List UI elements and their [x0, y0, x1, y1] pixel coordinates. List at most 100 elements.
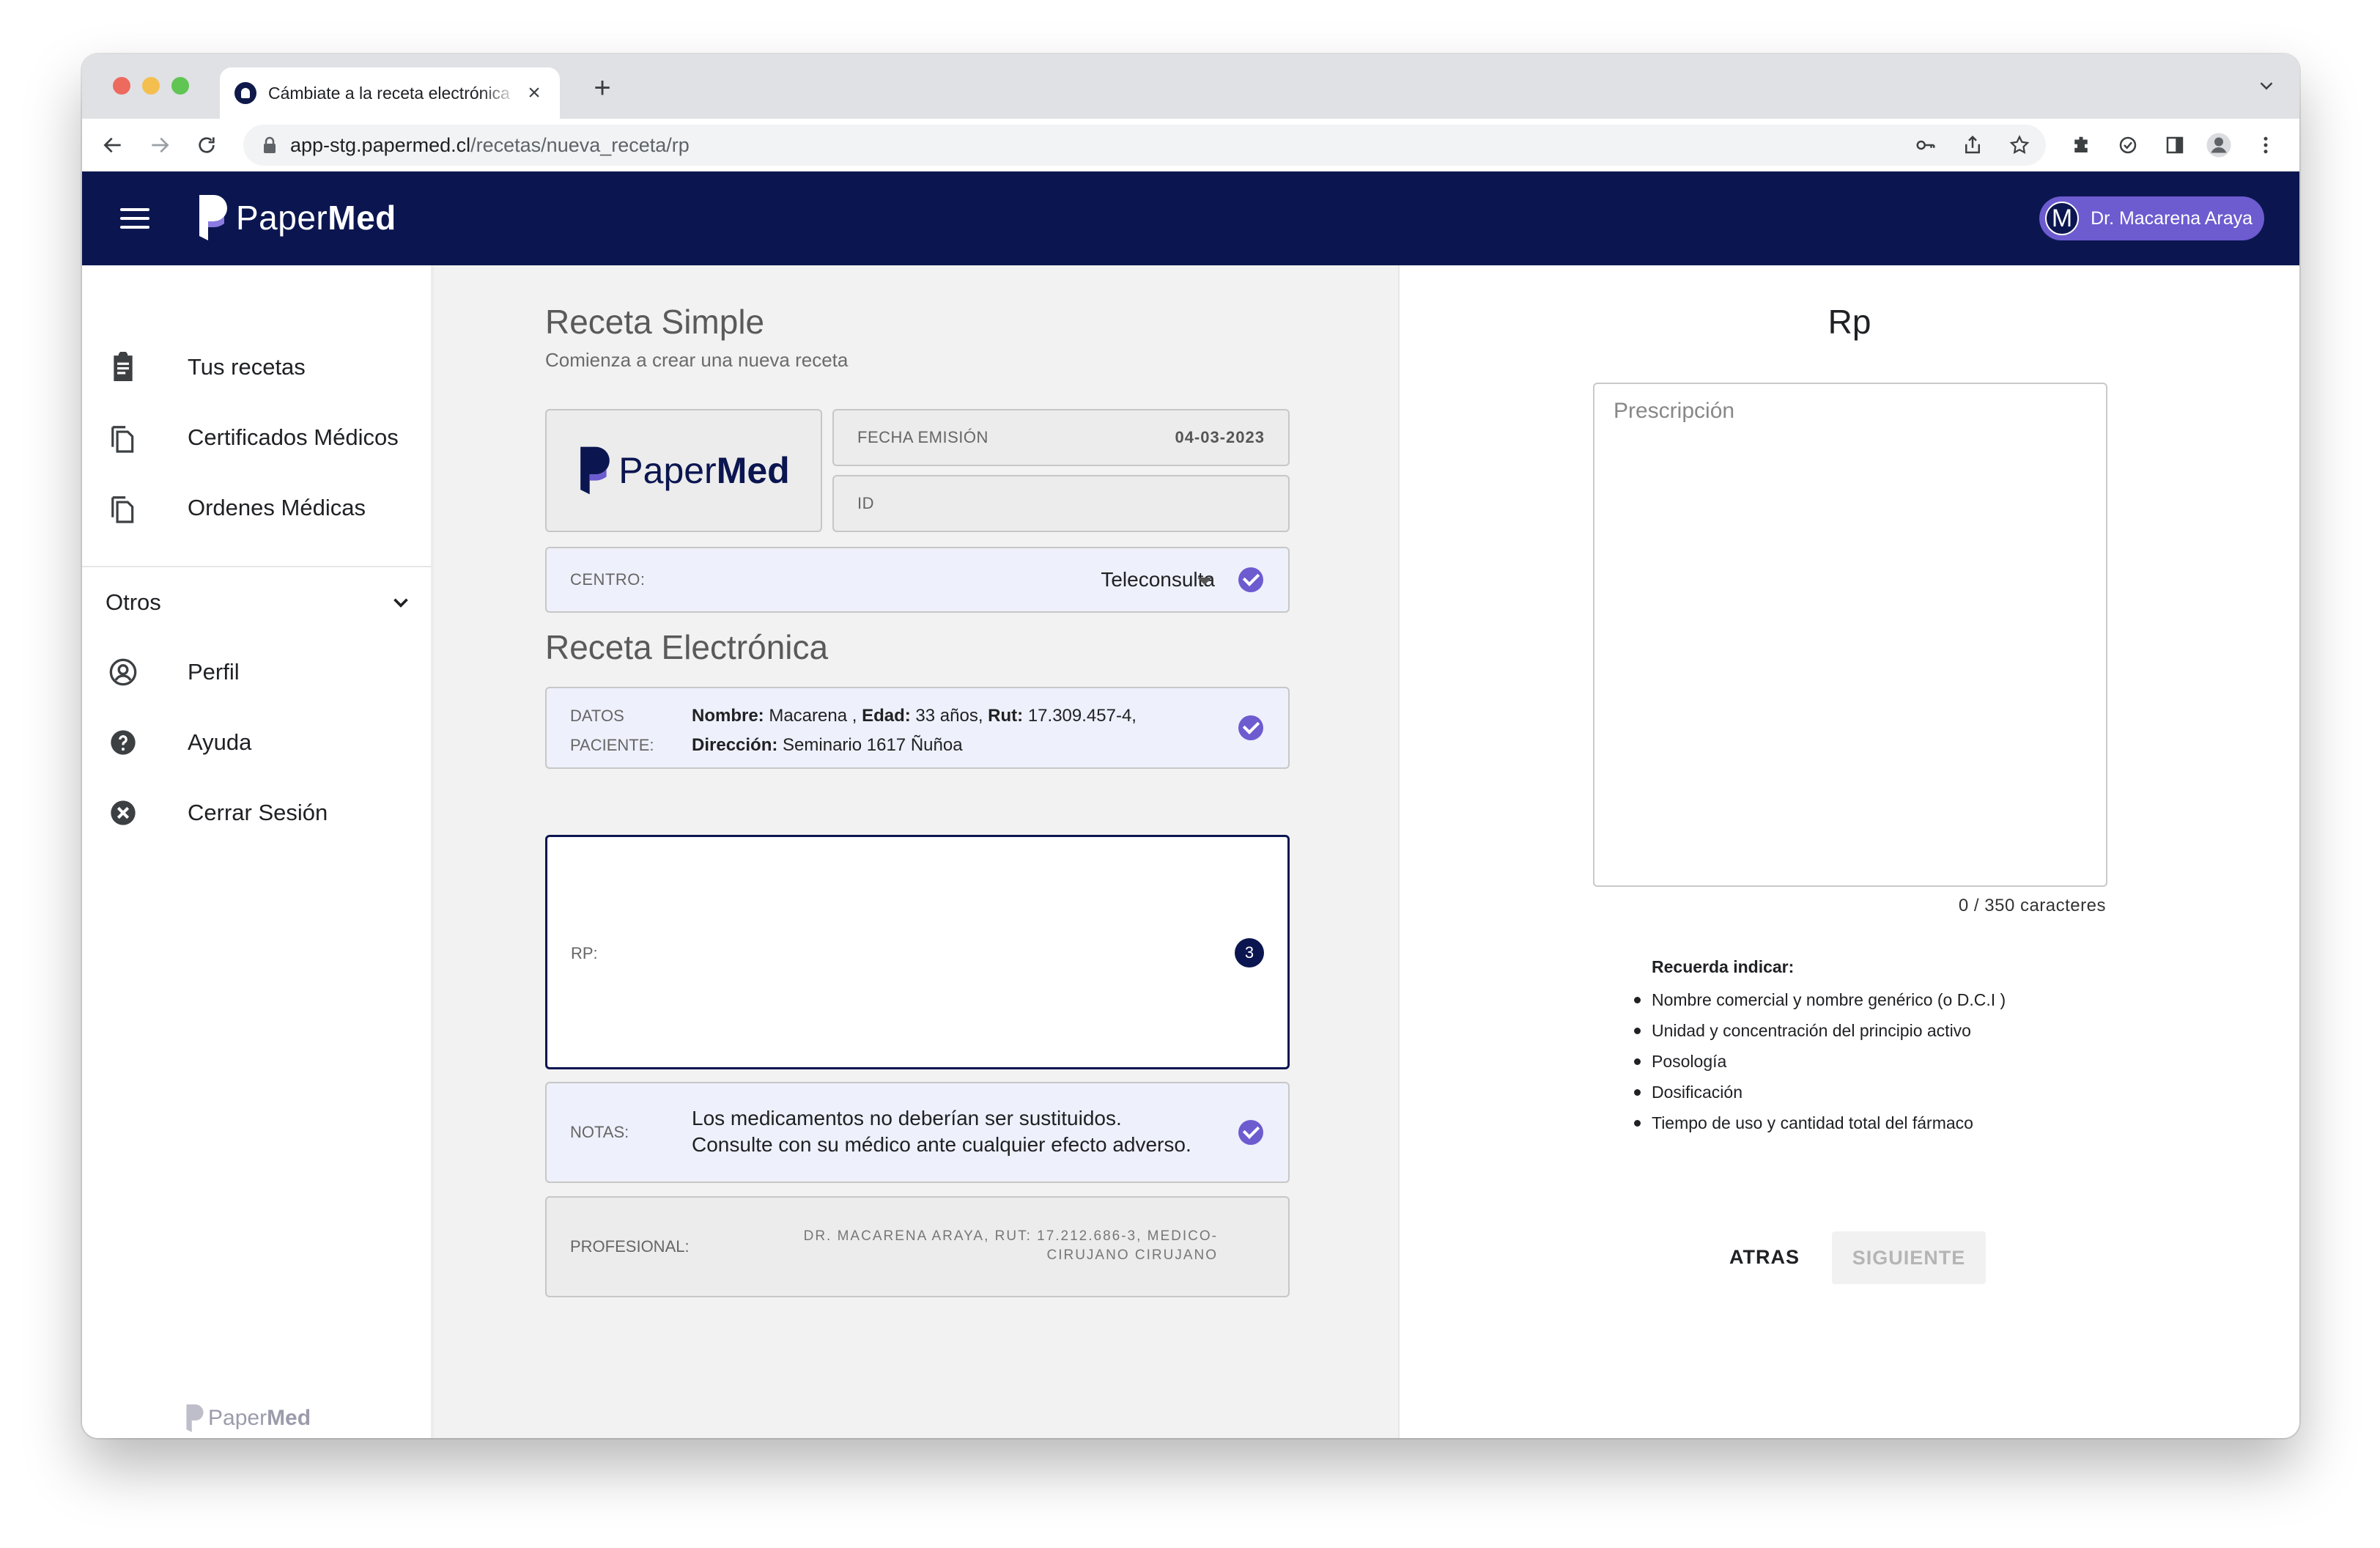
edad-value: 33 años,: [915, 706, 983, 726]
copy-icon: [107, 492, 139, 524]
app-header: PaperMed M Dr. Macarena Araya: [82, 172, 2299, 265]
menu-hamburger-icon[interactable]: [120, 208, 149, 230]
recuerda-title: Recuerda indicar:: [1652, 957, 1795, 976]
papermed-logo-mark-icon: [580, 446, 610, 495]
rp-field[interactable]: RP: 3: [545, 835, 1290, 1069]
forward-arrow-icon[interactable]: [145, 130, 174, 160]
siguiente-button[interactable]: SIGUIENTE: [1832, 1231, 1986, 1284]
sidebar-item-label: Certificados Médicos: [188, 424, 399, 450]
close-window-button[interactable]: [113, 77, 130, 95]
check-circle-icon: [1238, 567, 1263, 592]
datos-paciente-value: Nombre: Macarena , Edad: 33 años, Rut: 1…: [692, 701, 1137, 760]
profile-avatar-icon[interactable]: [2204, 130, 2233, 160]
papermed-logo[interactable]: PaperMed: [196, 192, 396, 243]
footer-brand-regular: Paper: [208, 1406, 267, 1430]
url-path: /recetas/nueva_receta/rp: [470, 133, 690, 156]
sidebar-item-label: Cerrar Sesión: [188, 800, 328, 825]
reload-icon[interactable]: [192, 130, 221, 160]
tab-search-chevron-icon[interactable]: [2255, 75, 2277, 97]
step-number-badge: 3: [1235, 938, 1264, 968]
copy-icon: [107, 421, 139, 454]
browser-toolbar: app-stg.papermed.cl/recetas/nueva_receta…: [82, 119, 2299, 172]
share-icon[interactable]: [1958, 130, 1987, 160]
page-title: Receta Simple: [545, 303, 765, 341]
rut-value: 17.309.457-4,: [1027, 706, 1137, 726]
profesional-field: PROFESIONAL: DR. MACARENA ARAYA, RUT: 17…: [545, 1196, 1290, 1297]
sidebar-item-ayuda[interactable]: Ayuda: [82, 717, 431, 768]
side-panel-icon[interactable]: [2160, 130, 2189, 160]
help-icon: [107, 726, 139, 759]
extension-icon[interactable]: [2113, 130, 2143, 160]
check-circle-icon: [1238, 1120, 1263, 1145]
chevron-down-icon: [388, 590, 413, 615]
recipe-form-area: Receta Simple Comienza a crear una nueva…: [434, 265, 1398, 1438]
sidebar-divider: [82, 566, 431, 567]
notas-label: NOTAS:: [570, 1123, 629, 1141]
fecha-emision-field: FECHA EMISIÓN 04-03-2023: [832, 409, 1290, 466]
papermed-logo-mark-icon: [199, 195, 227, 240]
recipe-logo-card: PaperMed: [545, 409, 822, 532]
rut-label: Rut:: [988, 706, 1024, 726]
datos-paciente-field[interactable]: DATOS PACIENTE: Nombre: Macarena , Edad:…: [545, 687, 1290, 769]
list-item: Posología: [1633, 1046, 2006, 1077]
datos-paciente-label: DATOS PACIENTE:: [570, 701, 673, 760]
prescripcion-textarea[interactable]: [1593, 383, 2107, 887]
atras-button[interactable]: ATRAS: [1718, 1231, 1811, 1283]
direccion-value: Seminario 1617 Ñuñoa: [783, 735, 963, 755]
notas-field[interactable]: NOTAS: Los medicamentos no deberían ser …: [545, 1082, 1290, 1183]
direccion-label: Dirección:: [692, 735, 778, 755]
edad-label: Edad:: [862, 706, 911, 726]
sidebar-item-certificados-medicos[interactable]: Certificados Médicos: [82, 412, 431, 463]
browser-tab-active[interactable]: Cámbiate a la receta electrónica ×: [220, 67, 560, 119]
url-host: app-stg.papermed.cl: [290, 133, 471, 156]
profesional-label: PROFESIONAL:: [570, 1237, 690, 1256]
browser-tab-bar: Cámbiate a la receta electrónica × +: [82, 54, 2299, 119]
dropdown-caret-icon: [1197, 578, 1212, 585]
tab-close-icon[interactable]: ×: [523, 82, 545, 104]
notas-line-2: Consulte con su médico ante cualquier ef…: [692, 1133, 1191, 1156]
sidebar-item-perfil[interactable]: Perfil: [82, 646, 431, 698]
more-vert-icon[interactable]: [2251, 130, 2280, 160]
sidebar-item-cerrar-sesion[interactable]: Cerrar Sesión: [82, 787, 431, 838]
brand-regular: Paper: [236, 199, 328, 237]
sidebar-group-label: Otros: [106, 589, 161, 615]
address-bar[interactable]: app-stg.papermed.cl/recetas/nueva_receta…: [243, 125, 2046, 166]
bookmark-star-icon[interactable]: [2005, 130, 2034, 160]
maximize-window-button[interactable]: [171, 77, 189, 95]
character-counter: 0 / 350 caracteres: [1958, 896, 2106, 915]
notas-value: Los medicamentos no deberían ser sustitu…: [692, 1105, 1191, 1158]
datos-label-line-1: DATOS: [570, 707, 624, 725]
avatar: M: [2045, 202, 2080, 235]
logo-regular: Paper: [618, 450, 717, 491]
notas-line-1: Los medicamentos no deberían ser sustitu…: [692, 1107, 1122, 1129]
id-field[interactable]: ID: [832, 475, 1290, 532]
papermed-favicon-icon: [234, 82, 256, 104]
profesional-line-1: DR. MACARENA ARAYA, RUT: 17.212.686-3, M…: [803, 1228, 1218, 1244]
account-circle-icon: [107, 656, 139, 688]
sidebar-item-label: Tus recetas: [188, 354, 306, 380]
fecha-emision-value: 04-03-2023: [1175, 428, 1265, 446]
sidebar: Tus recetas Certificados Médicos Ordenes…: [82, 265, 434, 1438]
papermed-logo-mark-icon: [186, 1404, 204, 1432]
sidebar-item-tus-recetas[interactable]: Tus recetas: [82, 342, 431, 393]
user-name: Dr. Macarena Araya: [2091, 207, 2252, 229]
sidebar-item-label: Perfil: [188, 659, 240, 685]
new-tab-button[interactable]: +: [588, 73, 617, 103]
centro-label: CENTRO:: [570, 570, 646, 589]
footer-brand-bold: Med: [267, 1406, 311, 1430]
sidebar-item-label: Ayuda: [188, 729, 252, 755]
extensions-puzzle-icon[interactable]: [2066, 130, 2096, 160]
sidebar-group-otros-toggle[interactable]: Otros: [106, 577, 413, 628]
fecha-emision-label: FECHA EMISIÓN: [857, 428, 988, 446]
key-icon[interactable]: [1911, 130, 1940, 160]
sidebar-item-label: Ordenes Médicas: [188, 495, 366, 520]
centro-select[interactable]: CENTRO: Teleconsulta: [545, 547, 1290, 613]
back-arrow-icon[interactable]: [98, 130, 128, 160]
user-menu-chip[interactable]: M Dr. Macarena Araya: [2039, 196, 2264, 240]
tab-title: Cámbiate a la receta electrónica: [268, 83, 510, 103]
rp-editor-panel: Rp 0 / 350 caracteres Recuerda indicar: …: [1398, 265, 2299, 1438]
profesional-value: DR. MACARENA ARAYA, RUT: 17.212.686-3, M…: [778, 1227, 1218, 1265]
sidebar-item-ordenes-medicas[interactable]: Ordenes Médicas: [82, 482, 431, 534]
profesional-line-2: CIRUJANO CIRUJANO: [1046, 1247, 1218, 1263]
minimize-window-button[interactable]: [142, 77, 160, 95]
